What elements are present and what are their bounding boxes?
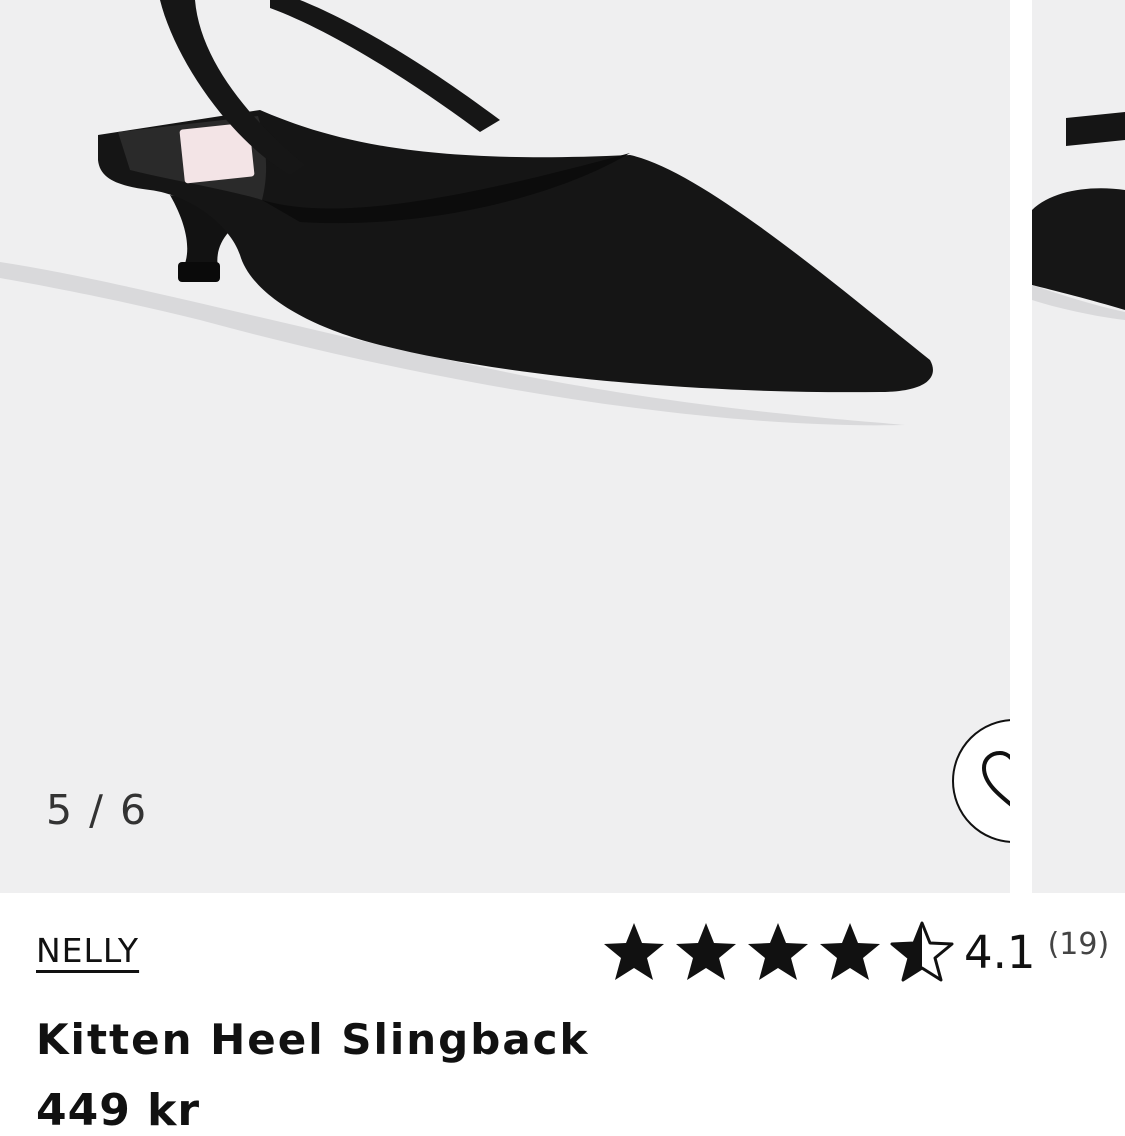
star-full-icon <box>818 921 882 983</box>
product-image-gallery[interactable]: 5 / 6 <box>0 0 1125 893</box>
brand-link[interactable]: NELLY <box>36 931 139 970</box>
product-info: NELLY 4.1 (19) Kitten Heel Slingback 449… <box>0 893 1125 1136</box>
product-image-next-peek[interactable] <box>1032 0 1125 893</box>
heart-outline-icon <box>982 751 1010 807</box>
product-rating[interactable]: 4.1 (19) <box>602 919 1109 985</box>
star-half-icon <box>890 921 954 983</box>
rating-count: (19) <box>1047 926 1110 962</box>
shoe-image-partial <box>1032 112 1125 320</box>
rating-stars <box>602 921 954 983</box>
shoe-image <box>0 0 933 426</box>
product-price: 449 kr <box>36 1085 201 1136</box>
rating-value: 4.1 <box>964 925 1036 979</box>
product-title: Kitten Heel Slingback <box>36 1015 590 1064</box>
image-counter: 5 / 6 <box>46 786 149 834</box>
star-full-icon <box>746 921 810 983</box>
star-full-icon <box>602 921 666 983</box>
product-image-current[interactable]: 5 / 6 <box>0 0 1010 893</box>
star-full-icon <box>674 921 738 983</box>
